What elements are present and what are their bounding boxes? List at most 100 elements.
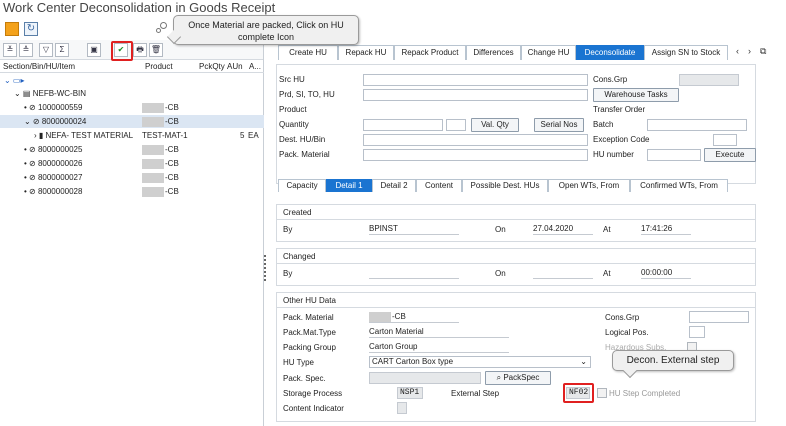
tree-row[interactable]: • ⊘ 8000000028 -CB [24,185,260,198]
product-suffix: -CB [165,103,179,112]
pack-icon[interactable]: ▣ [87,43,101,57]
exception-code-label: Exception Code [593,135,650,144]
chevron-down-icon: ⌄ [580,357,587,366]
exception-code-input[interactable] [713,134,737,146]
other-title: Other HU Data [283,296,336,305]
warehouse-tasks-button[interactable]: Warehouse Tasks [593,88,679,102]
cons-grp-input[interactable] [689,311,749,323]
tab-detail-1[interactable]: Detail 1 [326,179,372,192]
filter-icon[interactable]: ▽ [39,43,53,57]
tab-possible-dest-hus[interactable]: Possible Dest. HUs [462,179,548,192]
created-at-label: At [603,225,611,234]
tab-repack-product[interactable]: Repack Product [394,45,466,60]
tab-next-icon[interactable]: › [748,46,751,56]
hu-step-completed-checkbox[interactable] [597,388,607,398]
bin-node[interactable]: ⌄ ▤ NEFB-WC-BIN [14,87,86,100]
packspec-button[interactable]: ⌕ PackSpec [485,371,551,385]
logical-pos-input[interactable] [689,326,705,338]
callout-connector-dot [160,22,167,29]
expand-all-icon[interactable]: ≚ [3,43,17,57]
product-label: Product [279,105,307,114]
tab-prev-icon[interactable]: ‹ [736,46,739,56]
tree-row[interactable]: • ⊘ 8000000026 -CB [24,157,260,170]
hu-number-input[interactable] [647,149,701,161]
tree-row-item[interactable]: › ▮ NEFA- TEST MATERIAL TEST-MAT-1 5 EA [34,129,260,142]
tab-deconsolidate[interactable]: Deconsolidate [576,45,644,60]
panel-splitter[interactable] [264,255,267,281]
created-section: Created By BPINST On 27.04.2020 At 17:41… [276,204,756,242]
packmat-type-value: Carton Material [369,326,509,338]
pack-material-input[interactable] [363,149,588,161]
batch-label: Batch [593,120,614,129]
tab-open-wts[interactable]: Open WTs, From [548,179,630,192]
packspec-label: PackSpec [503,373,540,382]
created-by-label: By [283,225,293,234]
serial-nos-button[interactable]: Serial Nos [534,118,584,132]
exit-icon[interactable]: ↻ [24,22,38,36]
pack-material-label-2: Pack. Material [283,313,334,322]
col-a-header[interactable]: A... [249,62,261,71]
save-icon[interactable] [5,22,19,36]
root-node[interactable]: ⌄ ▭▸ [4,74,25,87]
changed-on-label: On [495,269,506,278]
execute-button[interactable]: Execute [704,148,756,162]
changed-by-value [369,267,459,279]
pack-material-value: -CB [369,311,459,323]
col-aun-header[interactable]: AUn [227,62,243,71]
hu-type-select[interactable]: CART Carton Box type ⌄ [369,356,591,368]
col-product-header[interactable]: Product [145,62,173,71]
collapse-all-icon[interactable]: ≙ [19,43,33,57]
changed-by-label: By [283,269,293,278]
pack-hint-callout: Once Material are packed, Click on HU co… [166,15,359,45]
print-icon[interactable]: 🖶 [133,43,147,57]
created-by-value: BPINST [369,223,459,235]
col-pckqty-header[interactable]: PckQty [199,62,225,71]
pack-spec-label: Pack. Spec. [283,374,326,383]
tab-capacity[interactable]: Capacity [278,179,326,192]
tab-assign-sn[interactable]: Assign SN to Stock [644,45,728,60]
tree-row-selected[interactable]: ⌄ ⊘ 8000000024 -CB [0,115,264,128]
section-divider [277,263,755,264]
tab-change-hu[interactable]: Change HU [521,45,576,60]
col-node-header[interactable]: Section/Bin/HU/Item [3,62,75,71]
tab-create-hu[interactable]: Create HU [278,45,338,60]
tab-menu-icon[interactable]: ⧉ [760,46,766,57]
storage-process-field: NSP1 [397,387,423,399]
tab-content[interactable]: Content [416,179,462,192]
prd-si-label: Prd, SI, TO, HU [279,90,335,99]
tree-row[interactable]: • ⊘ 8000000027 -CB [24,171,260,184]
dest-hu-label: Dest. HU/Bin [279,135,326,144]
val-qty-button[interactable]: Val. Qty [471,118,519,132]
callout-connector-dot [156,28,161,33]
src-hu-input[interactable] [363,74,588,86]
item-product: TEST-MAT-1 [142,131,188,140]
tab-detail-2[interactable]: Detail 2 [372,179,416,192]
logical-pos-label: Logical Pos. [605,328,649,337]
hu-label: 8000000026 [37,159,83,168]
hu-label: 8000000024 [41,117,87,126]
transfer-order-label: Transfer Order [593,105,646,114]
delete-icon[interactable]: 🗑 [149,43,163,57]
pack-hint-text: Once Material are packed, Click on HU co… [188,20,344,42]
tab-differences[interactable]: Differences [466,45,521,60]
bin-label: NEFB-WC-BIN [32,89,87,98]
product-suffix: -CB [165,173,179,182]
changed-section: Changed By On At 00:00:00 [276,248,756,286]
tree-row[interactable]: • ⊘ 1000000559 -CB [24,101,260,114]
tab-repack-hu[interactable]: Repack HU [338,45,394,60]
prd-si-input[interactable] [363,89,588,101]
decon-hint-text: Decon. External step [626,355,720,366]
quantity-label: Quantity [279,120,309,129]
tab-confirmed-wts[interactable]: Confirmed WTs, From [630,179,728,192]
batch-input[interactable] [647,119,747,131]
item-label: NEFA- TEST MATERIAL [45,131,134,140]
hu-tree-panel: ≚ ≙ ▽ Σ ▣ ✔ 🖶 🗑 Section/Bin/HU/Item Prod… [0,40,264,426]
sum-icon[interactable]: Σ [55,43,69,57]
tree-row[interactable]: • ⊘ 8000000025 -CB [24,143,260,156]
quantity-unit-input[interactable] [446,119,466,131]
dest-hu-input[interactable] [363,134,588,146]
quantity-input[interactable] [363,119,443,131]
hu-type-value: CART Carton Box type [372,357,454,366]
hu-step-completed-label: HU Step Completed [609,389,681,398]
pack-material-suffix: -CB [392,312,406,321]
